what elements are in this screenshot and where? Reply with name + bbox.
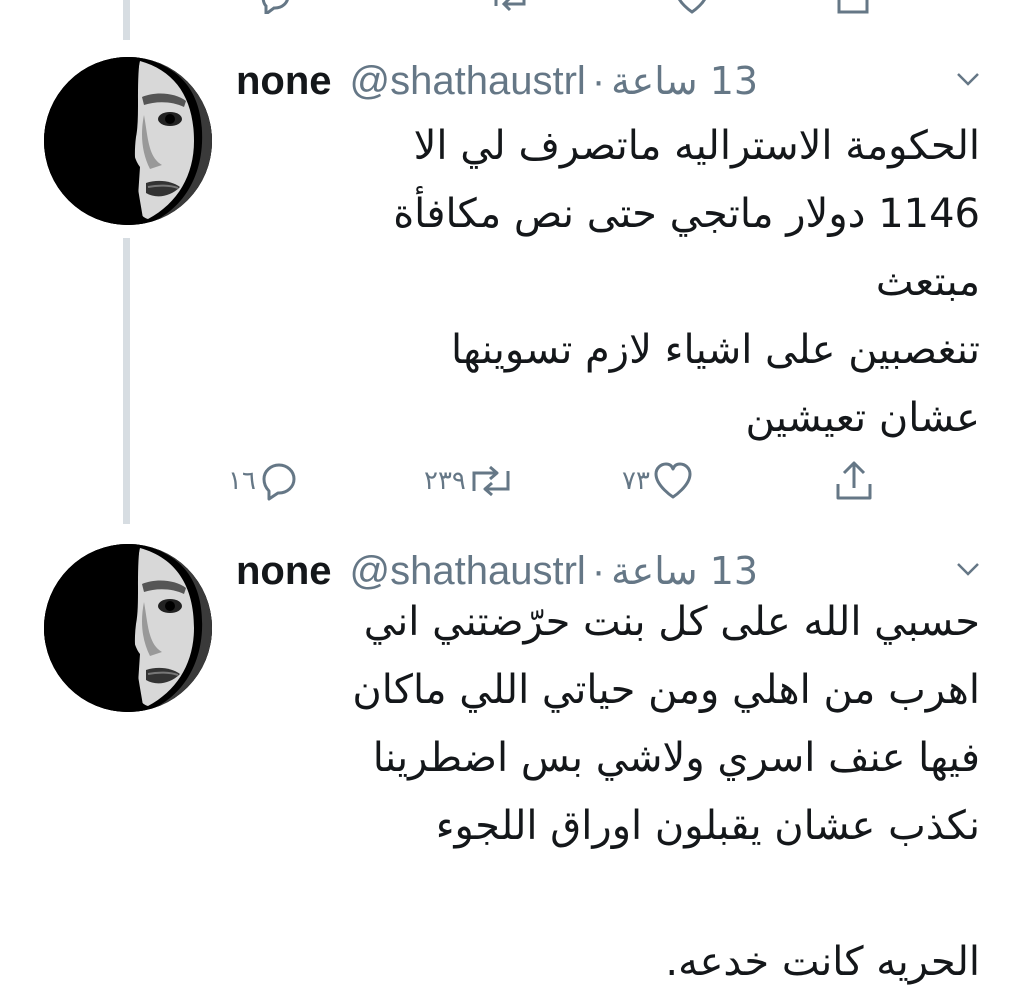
tweet-text-line: الحكومة الاستراليه ماتصرف لي الا	[413, 123, 980, 169]
retweet-icon	[472, 465, 510, 497]
timestamp[interactable]: 13 ساعة	[611, 549, 758, 593]
tweet-text-line: مبتعث	[875, 259, 980, 305]
tweet-text-line: عشان تعيشين	[745, 395, 980, 441]
display-name[interactable]: none	[236, 549, 332, 594]
tweet[interactable]: none @shathaustrl · 13 ساعة الحكومة الاس…	[0, 40, 1024, 530]
chevron-down-icon[interactable]	[955, 68, 981, 90]
display-name[interactable]: none	[236, 59, 332, 104]
share-icon[interactable]	[833, 0, 873, 14]
like-count: ٧٣	[622, 466, 650, 496]
separator: ·	[591, 58, 606, 103]
tweet-text-line: نكذب عشان يقبلون اوراق اللجوء	[435, 803, 980, 849]
heart-icon[interactable]	[672, 0, 712, 14]
tweet-actions: ١٦ ٢٣٩ ٧٣	[228, 456, 888, 506]
previous-tweet-actions	[0, 0, 1024, 14]
reply-count: ١٦	[228, 466, 256, 496]
avatar-portrait	[44, 57, 212, 225]
retweet-count: ٢٣٩	[424, 466, 466, 496]
avatar-portrait	[44, 544, 212, 712]
heart-icon	[654, 462, 692, 499]
share-button[interactable]	[832, 456, 876, 506]
user-handle[interactable]: @shathaustrl	[350, 549, 586, 594]
tweet[interactable]: none @shathaustrl · 13 ساعة حسبي الله عل…	[0, 530, 1024, 1002]
chevron-down-icon[interactable]	[955, 558, 981, 580]
tweet-text-line: حسبي الله على كل بنت حرّضتني اني	[363, 599, 980, 645]
separator: ·	[591, 548, 606, 593]
tweet-header: none @shathaustrl · 13 ساعة	[236, 54, 758, 108]
timestamp[interactable]: 13 ساعة	[611, 59, 758, 103]
tweet-text-line: 1146 دولار ماتجي حتى نص مكافأة	[393, 191, 980, 237]
share-icon	[836, 461, 872, 500]
retweet-button[interactable]: ٢٣٩	[424, 456, 516, 506]
reply-icon[interactable]	[255, 0, 295, 14]
reply-button[interactable]: ١٦	[228, 456, 300, 506]
retweet-icon[interactable]	[490, 0, 530, 14]
tweet-text-line: فيها عنف اسري ولاشي بس اضطرينا	[372, 735, 980, 781]
like-button[interactable]: ٧٣	[622, 456, 696, 506]
avatar[interactable]	[44, 57, 212, 225]
tweet-text: حسبي الله على كل بنت حرّضتني اني اهرب من…	[236, 588, 980, 996]
tweet-text-line: الحريه كانت خدعه.	[665, 939, 980, 985]
tweet-text-line	[236, 860, 980, 928]
tweet-text-line: اهرب من اهلي ومن حياتي اللي ماكان	[352, 667, 980, 713]
tweet-text-line: تنغصبين على اشياء لازم تسوينها	[451, 327, 980, 373]
tweet-text: الحكومة الاستراليه ماتصرف لي الا 1146 دو…	[236, 112, 980, 452]
avatar[interactable]	[44, 544, 212, 712]
user-handle[interactable]: @shathaustrl	[350, 59, 586, 104]
reply-icon	[262, 463, 296, 501]
